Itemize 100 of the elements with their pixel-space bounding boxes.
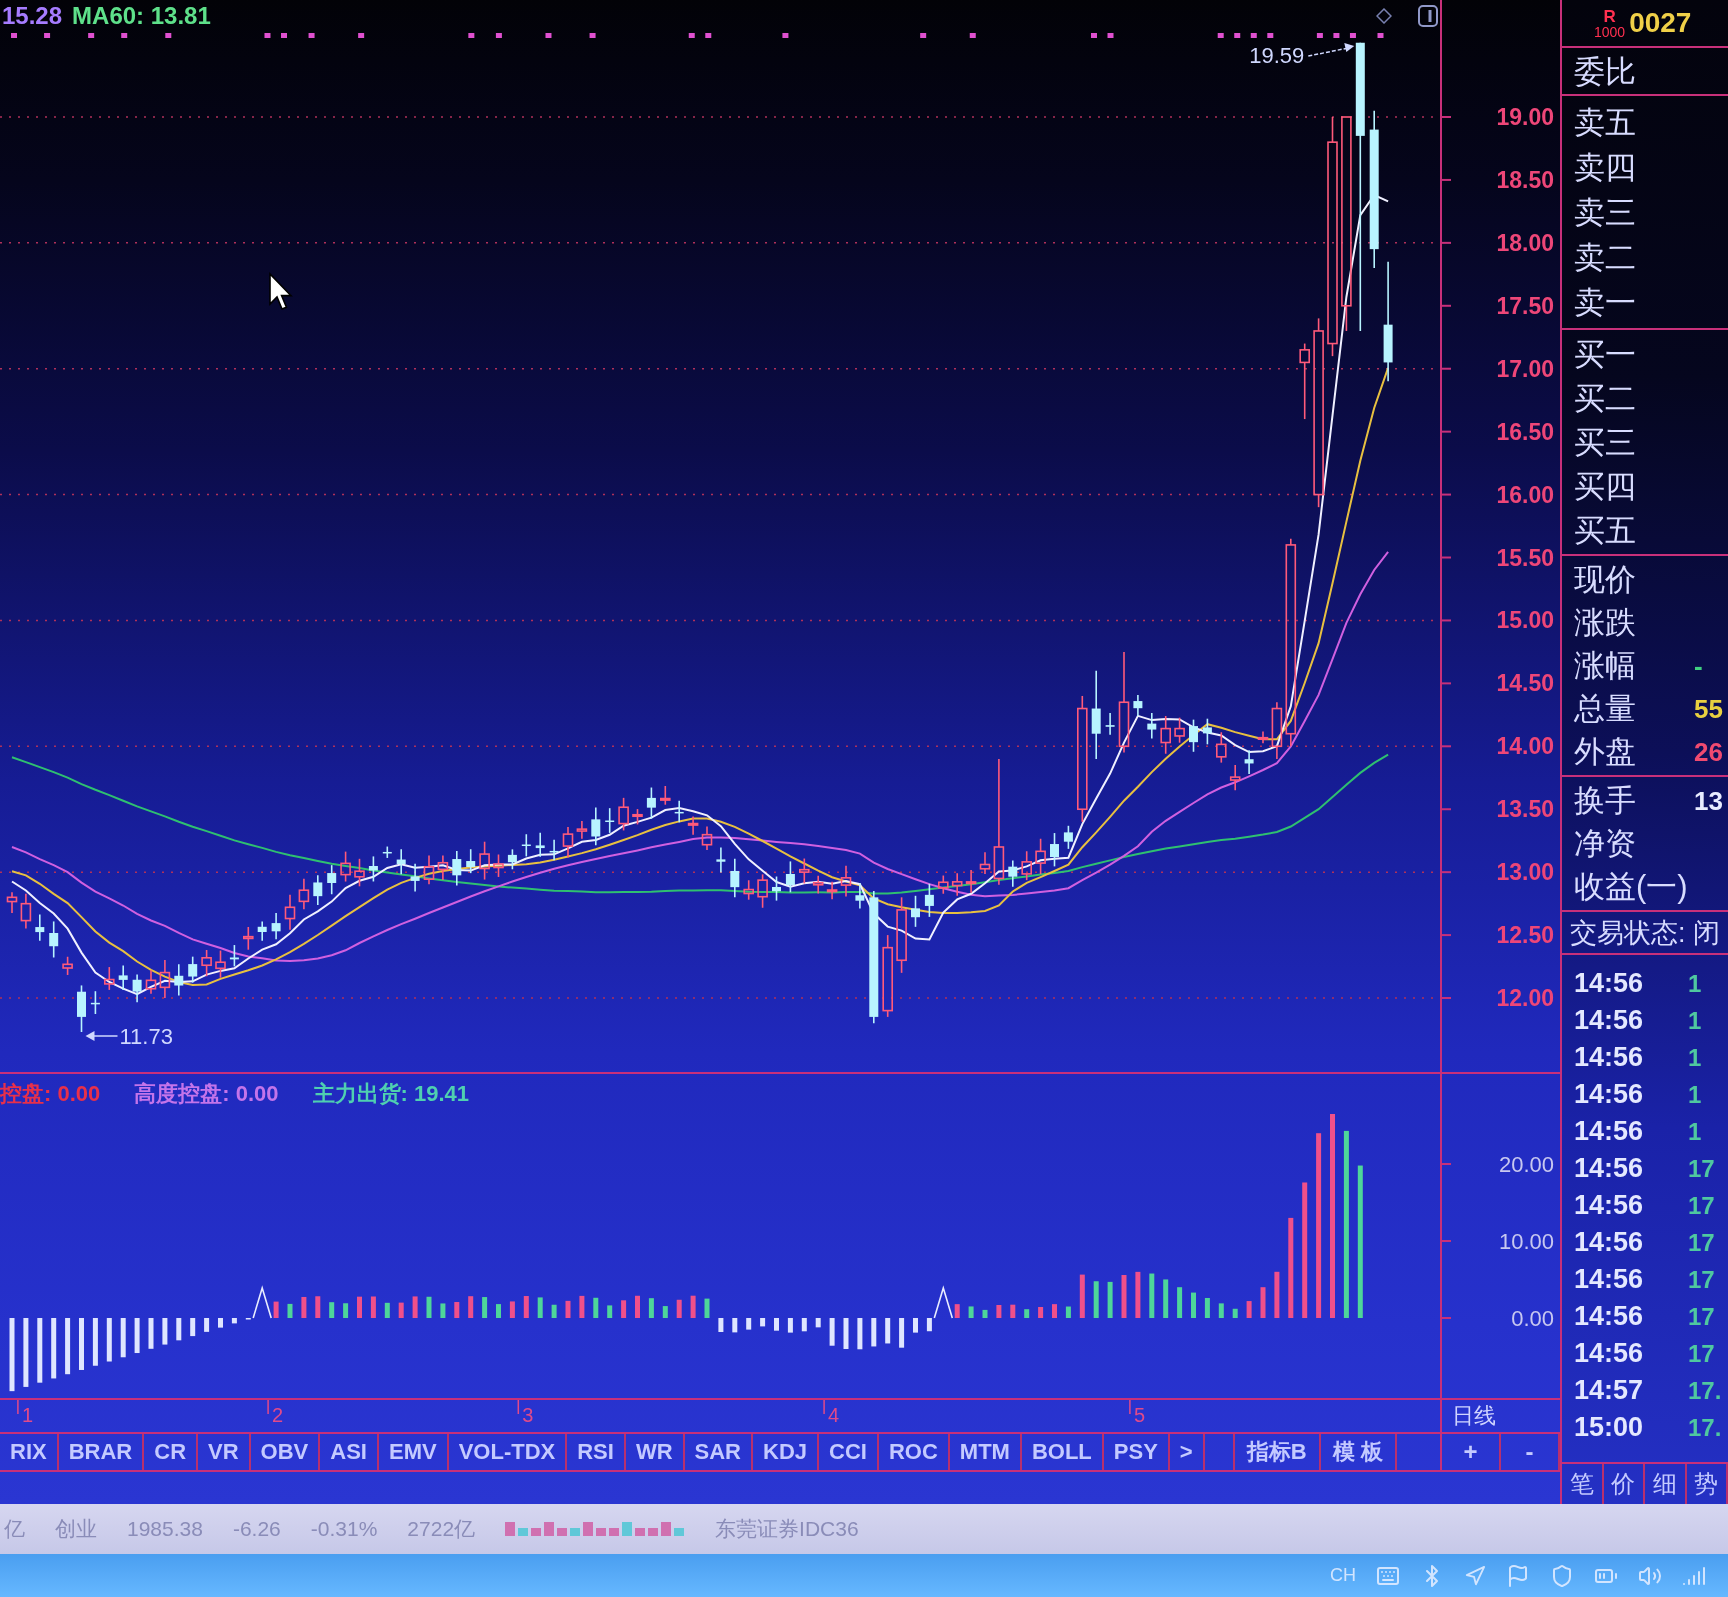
quote-label: 总量 bbox=[1574, 693, 1637, 724]
indicator-tab[interactable]: BRAR bbox=[58, 1434, 145, 1470]
tick-price: 1 bbox=[1688, 969, 1702, 998]
indicator-tab[interactable]: VR bbox=[198, 1434, 251, 1470]
mouse-cursor-icon bbox=[268, 272, 294, 312]
price-axis-label: 15.00 bbox=[1496, 607, 1554, 634]
month-label: 1 bbox=[21, 1404, 34, 1426]
quote-value: 55 bbox=[1694, 695, 1723, 722]
tick-time: 14:56 bbox=[1574, 968, 1645, 999]
indicator-tab[interactable]: CCI bbox=[819, 1434, 879, 1470]
ma60-reading: MA60: 13.81 bbox=[72, 2, 211, 30]
tick-price: 17 bbox=[1688, 1265, 1715, 1294]
price-axis-label: 13.50 bbox=[1496, 796, 1554, 823]
bid-level-label: 买三 bbox=[1574, 426, 1637, 458]
tick-price: 1 bbox=[1688, 1080, 1702, 1109]
tick-time: 14:56 bbox=[1574, 1190, 1645, 1221]
ask-level-label: 卖五 bbox=[1574, 106, 1637, 138]
arrow-icon bbox=[85, 1031, 119, 1041]
market-status-text: 1985.38 bbox=[127, 1517, 203, 1541]
month-label: 5 bbox=[1133, 1404, 1146, 1426]
tick-time: 14:56 bbox=[1574, 1227, 1645, 1258]
tick-time: 15:00 bbox=[1574, 1412, 1645, 1443]
indicator-tab[interactable]: RSI bbox=[567, 1434, 626, 1470]
ask-level-label: 卖二 bbox=[1574, 241, 1637, 273]
price-axis-label: 17.50 bbox=[1496, 292, 1554, 319]
price-axis-label: 14.50 bbox=[1496, 670, 1554, 697]
indicator-legend-text: 控盘: 0.00 bbox=[0, 1080, 101, 1108]
market-status-text: -6.26 bbox=[232, 1517, 281, 1541]
indicator-tab[interactable]: OBV bbox=[250, 1434, 321, 1470]
indicator-tab[interactable]: CR bbox=[144, 1434, 199, 1470]
tick-price: 17 bbox=[1688, 1228, 1715, 1257]
flag-icon[interactable] bbox=[1506, 1563, 1530, 1588]
stat-label: 换手 bbox=[1574, 785, 1637, 816]
indicator-tab[interactable]: RIX bbox=[0, 1434, 59, 1470]
market-status-text: 2722亿 bbox=[407, 1516, 476, 1542]
quote-label: 涨幅 bbox=[1574, 650, 1637, 681]
arrow-icon bbox=[1307, 43, 1355, 57]
quote-value: - bbox=[1694, 652, 1703, 679]
tick-price: 1 bbox=[1688, 1043, 1702, 1072]
market-status-text: -0.31% bbox=[310, 1517, 378, 1541]
price-axis-label: 19.00 bbox=[1496, 104, 1554, 130]
shield-icon[interactable] bbox=[1550, 1563, 1574, 1588]
bid-level-label: 买五 bbox=[1574, 514, 1637, 546]
market-status-text: 创业 bbox=[55, 1516, 97, 1542]
tick-price: 17. bbox=[1688, 1413, 1722, 1442]
indicator-tab[interactable]: PSY bbox=[1103, 1434, 1170, 1470]
stat-value: 13 bbox=[1694, 787, 1723, 814]
diamond-icon[interactable] bbox=[1376, 8, 1392, 24]
price-axis-label: 16.00 bbox=[1496, 481, 1554, 508]
indicator-tab[interactable]: WR bbox=[625, 1434, 685, 1470]
tick-time: 14:56 bbox=[1574, 1264, 1645, 1295]
stock-code: 0027 bbox=[1629, 7, 1692, 39]
indicator-tab[interactable]: SAR bbox=[684, 1434, 753, 1470]
ma-reading: 15.28 bbox=[2, 2, 63, 30]
indicator-legend-text: 高度控盘: 0.00 bbox=[134, 1080, 279, 1108]
tick-price: 1 bbox=[1688, 1117, 1702, 1146]
block-strip-icon bbox=[505, 1522, 686, 1536]
bid-ratio-label: 委比 bbox=[1574, 55, 1637, 87]
indicator-tab[interactable]: EMV bbox=[378, 1434, 449, 1470]
ask-level-label: 卖三 bbox=[1574, 196, 1637, 228]
toolbar-button[interactable]: 模 板 bbox=[1320, 1434, 1397, 1470]
quote-value: 26 bbox=[1694, 738, 1723, 765]
stock-code-marker: R bbox=[1603, 7, 1616, 25]
price-axis-label: 17.00 bbox=[1496, 355, 1554, 382]
price-axis-label: 12.50 bbox=[1496, 922, 1554, 949]
price-axis-label: 13.00 bbox=[1496, 859, 1554, 886]
stat-label: 净资 bbox=[1574, 828, 1637, 859]
indicator-axis-label: 10.00 bbox=[1498, 1229, 1554, 1254]
market-status-text: 亿 bbox=[4, 1516, 25, 1542]
price-axis-label: 14.00 bbox=[1496, 733, 1554, 760]
scroll-right-button[interactable]: > bbox=[1169, 1434, 1205, 1470]
tick-price: 17 bbox=[1688, 1191, 1715, 1220]
arrow-icon[interactable] bbox=[1464, 1564, 1486, 1587]
price-axis-label: 18.00 bbox=[1496, 229, 1554, 256]
price-axis-label: 18.50 bbox=[1496, 166, 1554, 193]
high-price-label: 19.59 bbox=[1249, 43, 1305, 68]
tick-price: 17 bbox=[1688, 1339, 1715, 1368]
indicator-axis-label: 20.00 bbox=[1498, 1152, 1554, 1177]
tick-time: 14:56 bbox=[1574, 1153, 1645, 1184]
quote-label: 现价 bbox=[1574, 564, 1637, 595]
price-axis-label: 15.50 bbox=[1496, 544, 1554, 571]
indicator-tab[interactable]: KDJ bbox=[753, 1434, 820, 1470]
indicator-axis-label: 0.00 bbox=[1511, 1306, 1554, 1331]
indicator-tab[interactable]: ROC bbox=[878, 1434, 950, 1470]
indicator-legend-text: 主力出货: 19.41 bbox=[312, 1080, 470, 1108]
panel-icon[interactable] bbox=[1418, 5, 1438, 27]
toolbar-button[interactable]: 指标B bbox=[1232, 1434, 1321, 1470]
tick-time: 14:56 bbox=[1574, 1116, 1645, 1147]
indicator-tab[interactable]: MTM bbox=[949, 1434, 1022, 1470]
ask-level-label: 卖四 bbox=[1574, 151, 1637, 183]
indicator-tab[interactable]: ASI bbox=[320, 1434, 379, 1470]
month-label: 3 bbox=[522, 1404, 534, 1426]
indicator-tab[interactable]: VOL-TDX bbox=[448, 1434, 568, 1470]
indicator-tab[interactable]: BOLL bbox=[1021, 1434, 1104, 1470]
low-price-label: 11.73 bbox=[119, 1024, 173, 1049]
tick-time: 14:57 bbox=[1574, 1375, 1645, 1406]
zoom-button[interactable]: + bbox=[1442, 1434, 1501, 1470]
tick-time: 14:56 bbox=[1574, 1042, 1645, 1073]
quote-label: 外盘 bbox=[1574, 736, 1637, 767]
month-label: 4 bbox=[828, 1404, 840, 1426]
